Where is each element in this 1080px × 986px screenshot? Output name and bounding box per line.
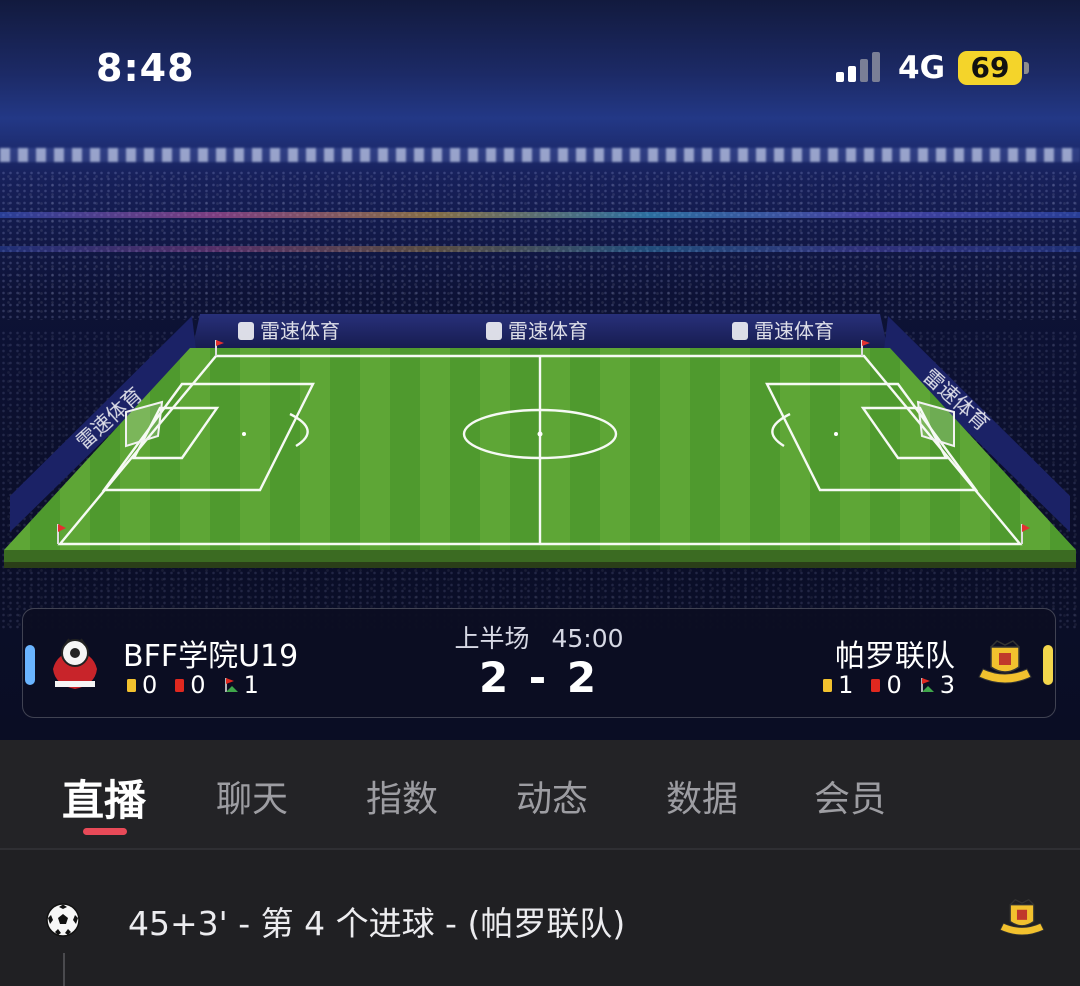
- scoreboard: BFF学院U19 0 0 1 上半场 45:00 2 - 2 帕罗联队 1 0 …: [22, 608, 1056, 718]
- feed-event-text: 45+3' - 第 4 个进球 - (帕罗联队): [128, 904, 626, 943]
- tab-news[interactable]: 动态: [516, 770, 588, 822]
- away-team-name[interactable]: 帕罗联队: [835, 631, 955, 675]
- stand-ribbon: [0, 212, 1080, 218]
- away-team-stats: 1 0 3: [823, 671, 955, 699]
- tab-odds[interactable]: 指数: [366, 770, 438, 822]
- yellow-card-icon: [823, 678, 833, 692]
- tab-stats[interactable]: 数据: [666, 770, 738, 822]
- tab-chat[interactable]: 聊天: [216, 770, 288, 822]
- stand-ribbon: [0, 246, 1080, 252]
- stadium-banner: 8:48 4G 69 雷速体育 雷速体育 雷速体育 雷速体育 雷速体育 BFF学…: [0, 0, 1080, 740]
- match-period: 上半场: [454, 624, 530, 653]
- away-yellow-count: 1: [838, 671, 854, 699]
- away-red-count: 0: [886, 671, 902, 699]
- live-event-feed: 45+3' - 第 4 个进球 - (帕罗联队): [0, 850, 1080, 986]
- soccer-ball-icon: [46, 903, 80, 937]
- ad-board-text: 雷速体育: [260, 319, 340, 343]
- away-team-crest-icon: [999, 898, 1045, 936]
- battery-level: 69: [958, 51, 1022, 85]
- away-team-color-bar: [1043, 645, 1053, 685]
- match-tab-bar: 直播 聊天 指数 动态 数据 会员: [0, 740, 1080, 848]
- corner-kick-icon: [920, 678, 934, 692]
- away-red-cards: 0: [871, 671, 902, 699]
- battery-icon: [1024, 62, 1029, 74]
- stadium-lights: [0, 148, 1080, 162]
- away-team-crest-icon[interactable]: [977, 639, 1033, 689]
- ad-board-text: 雷速体育: [508, 319, 588, 343]
- tab-live[interactable]: 直播: [62, 767, 146, 828]
- timeline-line: [63, 953, 65, 986]
- tab-membership[interactable]: 会员: [814, 770, 886, 822]
- status-time: 8:48: [96, 46, 195, 90]
- match-clock: 45:00: [551, 624, 624, 653]
- away-yellow-cards: 1: [823, 671, 853, 699]
- network-type: 4G: [898, 50, 946, 86]
- active-tab-indicator: [83, 828, 127, 835]
- crowd-upper: [0, 170, 1080, 320]
- red-card-icon: [871, 678, 881, 692]
- away-corners: 3: [920, 671, 955, 699]
- match-live-screen: 8:48 4G 69 雷速体育 雷速体育 雷速体育 雷速体育 雷速体育 BFF学…: [0, 0, 1080, 986]
- ad-board-text: 雷速体育: [754, 319, 834, 343]
- football-pitch: 雷速体育 雷速体育 雷速体育 雷速体育 雷速体育: [4, 314, 1076, 568]
- cellular-signal-icon: [836, 52, 880, 82]
- away-corner-count: 3: [939, 671, 955, 699]
